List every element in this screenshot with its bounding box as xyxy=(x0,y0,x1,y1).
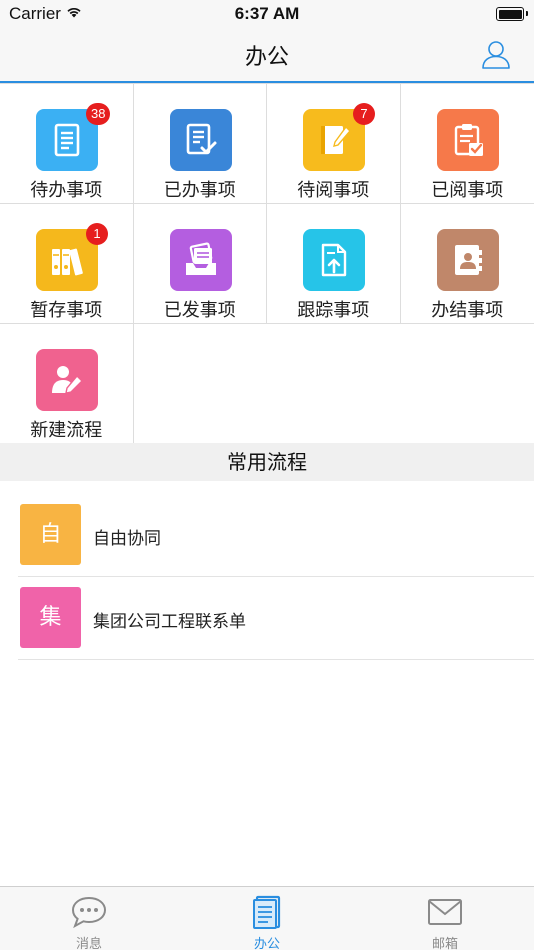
flow-list-item[interactable]: 自自由协同 xyxy=(0,494,534,577)
grid-item-label: 办结事项 xyxy=(431,300,504,321)
inbox-tray-icon xyxy=(185,242,216,275)
page-title: 办公 xyxy=(244,45,289,70)
grid-item-tile xyxy=(436,229,499,291)
tab-chat-bubble[interactable]: 消息 xyxy=(0,887,178,950)
grid-item-tile: 1 xyxy=(36,223,108,291)
grid-item-tile xyxy=(36,349,98,411)
document-icon xyxy=(253,895,281,929)
grid-item[interactable]: 1 暂存事项 xyxy=(0,204,134,324)
document-check-icon xyxy=(186,123,216,155)
grid-item-tile xyxy=(303,229,365,291)
user-icon xyxy=(482,41,510,69)
tab-label: 邮箱 xyxy=(431,937,458,950)
clock: 6:37 AM xyxy=(234,4,300,23)
grid-item-tile: 7 xyxy=(303,103,375,171)
grid-item[interactable]: 7 待阅事项 xyxy=(267,84,401,204)
navigation-bar: 办公 xyxy=(0,28,534,83)
document-upload-icon xyxy=(321,243,347,277)
tab-label: 消息 xyxy=(75,937,102,950)
grid-item[interactable]: 已办事项 xyxy=(133,84,267,204)
document-list-icon xyxy=(54,123,80,157)
grid-item[interactable]: 新建流程 xyxy=(0,324,134,444)
unread-badge: 7 xyxy=(353,103,375,125)
grid-item-label: 已发事项 xyxy=(163,300,236,321)
grid-item[interactable]: 38 待办事项 xyxy=(0,84,134,204)
grid-item[interactable]: 办结事项 xyxy=(400,204,534,324)
grid-item-label: 待阅事项 xyxy=(297,180,370,201)
grid-item-tile xyxy=(436,109,499,171)
section-header-common-flows: 常用流程 xyxy=(0,443,534,481)
flow-icon: 自 xyxy=(20,504,81,565)
grid-item-label: 已阅事项 xyxy=(431,180,504,201)
notebook-pen-icon xyxy=(321,125,351,154)
function-grid: 38 待办事项 已办事项 7 待阅事项 已阅事项 1 暂存事项 已发事项 跟踪事项 办结事项新建流程 xyxy=(0,83,534,444)
flow-list-item[interactable]: 集集团公司工程联系单 xyxy=(0,577,534,660)
mail-envelope-icon xyxy=(428,899,462,925)
unread-badge: 1 xyxy=(86,223,108,245)
grid-item-label: 已办事项 xyxy=(163,180,236,201)
grid-item-label: 跟踪事项 xyxy=(297,300,370,321)
common-flows-list: 自自由协同集集团公司工程联系单 xyxy=(0,494,534,660)
grid-item[interactable]: 已阅事项 xyxy=(400,84,534,204)
tab-mail-envelope[interactable]: 邮箱 xyxy=(356,887,534,950)
binders-icon xyxy=(52,248,83,276)
checklist-icon xyxy=(454,124,483,156)
grid-item-label: 待办事项 xyxy=(30,180,103,201)
tab-document[interactable]: 办公 xyxy=(178,887,356,950)
flow-icon: 集 xyxy=(20,587,81,648)
flow-label: 集团公司工程联系单 xyxy=(93,612,246,632)
status-bar: Carrier 6:37 AM xyxy=(0,0,534,28)
battery-icon xyxy=(496,7,528,21)
grid-item[interactable]: 跟踪事项 xyxy=(267,204,401,324)
flow-label: 自由协同 xyxy=(93,529,161,549)
unread-badge: 38 xyxy=(86,103,111,125)
chat-bubble-icon xyxy=(71,896,107,929)
grid-item-tile xyxy=(169,109,232,171)
grid-item-label: 暂存事项 xyxy=(30,300,103,321)
contact-book-icon xyxy=(454,245,482,275)
tab-bar: 消息 办公 邮箱 xyxy=(0,886,534,950)
grid-item[interactable]: 已发事项 xyxy=(133,204,267,324)
grid-item-tile: 38 xyxy=(36,103,111,171)
tab-label: 办公 xyxy=(253,937,280,950)
user-edit-icon xyxy=(52,366,83,394)
profile-button[interactable] xyxy=(480,38,512,70)
grid-item-label: 新建流程 xyxy=(30,420,103,441)
grid-item-tile xyxy=(169,229,232,291)
battery-level xyxy=(498,9,522,19)
